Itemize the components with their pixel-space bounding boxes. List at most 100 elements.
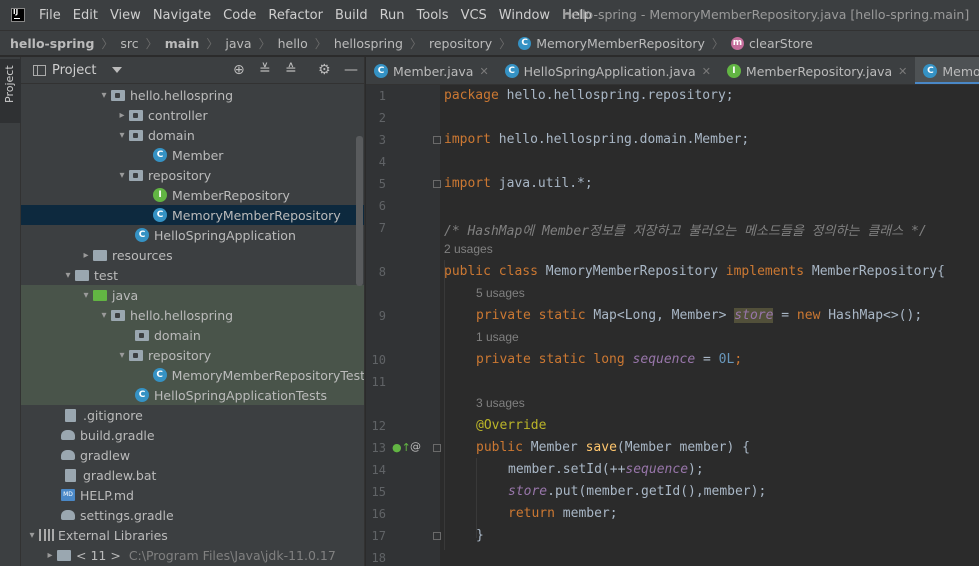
class-icon: C bbox=[153, 148, 167, 162]
chevron-down-icon[interactable]: ▾ bbox=[115, 350, 129, 361]
code-line-10: private static long sequence = 0L; bbox=[476, 352, 742, 367]
test-class-icon: C bbox=[135, 388, 149, 402]
chevron-right-icon: 〉 bbox=[101, 36, 114, 51]
sdk-folder-icon bbox=[57, 549, 71, 561]
tab-hello-spring-application[interactable]: C HelloSpringApplication.java ✕ bbox=[497, 57, 719, 84]
menu-vcs[interactable]: VCS bbox=[461, 8, 487, 23]
tab-member[interactable]: C Member.java ✕ bbox=[366, 57, 497, 84]
tree-item[interactable]: ▾ test bbox=[21, 265, 364, 285]
chevron-right-icon: 〉 bbox=[499, 36, 512, 51]
crumb-main[interactable]: main bbox=[165, 36, 200, 51]
usages-hint[interactable]: 1 usage bbox=[476, 330, 519, 344]
tree-item[interactable]: gradlew.bat bbox=[21, 465, 364, 485]
tree-item[interactable]: ▾ java bbox=[21, 285, 364, 305]
tree-item[interactable]: C Member bbox=[21, 145, 364, 165]
chevron-down-icon[interactable] bbox=[112, 67, 123, 73]
tree-item[interactable]: .gitignore bbox=[21, 405, 364, 425]
chevron-down-icon[interactable]: ▾ bbox=[79, 290, 93, 301]
code-line-8: public class MemoryMemberRepository impl… bbox=[444, 264, 945, 279]
tree-item[interactable]: MD HELP.md bbox=[21, 485, 364, 505]
code-line-14: member.setId(++sequence); bbox=[508, 462, 704, 477]
usages-hint[interactable]: 3 usages bbox=[476, 396, 525, 410]
field-store: store bbox=[508, 484, 548, 499]
menu-build[interactable]: Build bbox=[335, 8, 368, 23]
package-folder-icon bbox=[129, 169, 143, 181]
tree-item[interactable]: ▾ repository bbox=[21, 345, 364, 365]
chevron-down-icon[interactable]: ▾ bbox=[97, 90, 111, 101]
project-panel-title[interactable]: Project bbox=[52, 63, 96, 78]
tab-member-repository[interactable]: I MemberRepository.java ✕ bbox=[719, 57, 915, 84]
tree-item[interactable]: ▾ domain bbox=[21, 125, 364, 145]
crumb-hello[interactable]: hello bbox=[278, 36, 308, 51]
tree-item[interactable]: build.gradle bbox=[21, 425, 364, 445]
tree-item[interactable]: ▸ resources bbox=[21, 245, 364, 265]
gradle-icon bbox=[61, 430, 75, 440]
tree-item-label: gradlew bbox=[80, 447, 131, 463]
code-text: Member bbox=[522, 440, 586, 455]
locate-icon[interactable]: ⊕ bbox=[233, 63, 245, 77]
crumb-hellospring[interactable]: hellospring bbox=[334, 36, 403, 51]
annotation-marker-icon[interactable]: @ bbox=[410, 440, 421, 453]
tree-item[interactable]: ▾ hello.hellospring bbox=[21, 305, 364, 325]
tab-memory-member-repository[interactable]: C MemoryMemberRepository.java bbox=[915, 57, 979, 84]
crumb-class[interactable]: C MemoryMemberRepository bbox=[518, 36, 705, 51]
tree-item[interactable]: ▾ hello.hellospring bbox=[21, 85, 364, 105]
chevron-right-icon[interactable]: ▸ bbox=[115, 110, 129, 121]
tree-item[interactable]: settings.gradle bbox=[21, 505, 364, 525]
code-text: = bbox=[773, 308, 797, 323]
intellij-logo-icon[interactable] bbox=[11, 8, 25, 22]
chevron-down-icon[interactable]: ▾ bbox=[61, 270, 75, 281]
crumb-src[interactable]: src bbox=[120, 36, 138, 51]
tree-item[interactable]: ▾ External Libraries bbox=[21, 525, 364, 545]
gear-icon[interactable]: ⚙ bbox=[318, 63, 331, 77]
project-tool-button[interactable]: Project bbox=[0, 59, 21, 123]
tree-item[interactable]: C MemoryMemberRepositoryTest bbox=[21, 365, 364, 385]
crumb-repository[interactable]: repository bbox=[429, 36, 492, 51]
minimize-icon[interactable]: — bbox=[344, 63, 358, 77]
tree-item-selected[interactable]: C MemoryMemberRepository bbox=[21, 205, 364, 225]
menu-code[interactable]: Code bbox=[223, 8, 256, 23]
tree-item[interactable]: C HelloSpringApplicationTests bbox=[21, 385, 364, 405]
chevron-down-icon[interactable]: ▾ bbox=[115, 130, 129, 141]
crumb-project[interactable]: hello-spring bbox=[10, 36, 94, 51]
tree-item[interactable]: domain bbox=[21, 325, 364, 345]
tree-item[interactable]: ▸ < 11 > C:\Program Files\Java\jdk-11.0.… bbox=[21, 545, 364, 565]
expand-all-icon[interactable]: ≚ bbox=[259, 63, 271, 77]
fold-marker-icon[interactable] bbox=[433, 180, 441, 188]
tree-item[interactable]: gradlew bbox=[21, 445, 364, 465]
menu-edit[interactable]: Edit bbox=[73, 8, 98, 23]
chevron-down-icon[interactable]: ▾ bbox=[25, 530, 39, 541]
chevron-right-icon[interactable]: ▸ bbox=[79, 250, 93, 261]
package-folder-icon bbox=[129, 109, 143, 121]
fold-marker-icon[interactable] bbox=[433, 136, 441, 144]
menu-navigate[interactable]: Navigate bbox=[153, 8, 211, 23]
close-icon[interactable]: ✕ bbox=[479, 65, 488, 78]
tree-item[interactable]: ▾ repository bbox=[21, 165, 364, 185]
implementation-marker-icon[interactable]: ●↑ bbox=[392, 441, 411, 454]
crumb-method[interactable]: m clearStore bbox=[730, 36, 813, 51]
resources-folder-icon bbox=[93, 249, 107, 261]
fold-marker-icon[interactable] bbox=[433, 444, 441, 452]
chevron-down-icon[interactable]: ▾ bbox=[97, 310, 111, 321]
menu-tools[interactable]: Tools bbox=[417, 8, 449, 23]
usages-hint[interactable]: 5 usages bbox=[476, 286, 525, 300]
crumb-java[interactable]: java bbox=[225, 36, 251, 51]
tree-item[interactable]: C HelloSpringApplication bbox=[21, 225, 364, 245]
chevron-right-icon[interactable]: ▸ bbox=[43, 550, 57, 561]
project-tool-label: Project bbox=[3, 65, 16, 103]
chevron-down-icon[interactable]: ▾ bbox=[115, 170, 129, 181]
usages-hint[interactable]: 2 usages bbox=[444, 242, 493, 256]
menu-refactor[interactable]: Refactor bbox=[268, 8, 323, 23]
menu-file[interactable]: File bbox=[39, 8, 61, 23]
close-icon[interactable]: ✕ bbox=[898, 65, 907, 78]
close-icon[interactable]: ✕ bbox=[702, 65, 711, 78]
menu-run[interactable]: Run bbox=[380, 8, 405, 23]
fold-marker-icon[interactable] bbox=[433, 532, 441, 540]
tree-item[interactable]: I MemberRepository bbox=[21, 185, 364, 205]
project-scrollbar[interactable] bbox=[356, 136, 363, 286]
menu-window[interactable]: Window bbox=[499, 8, 550, 23]
tree-item[interactable]: ▸ controller bbox=[21, 105, 364, 125]
menu-view[interactable]: View bbox=[110, 8, 141, 23]
collapse-all-icon[interactable]: ≙ bbox=[285, 63, 297, 77]
